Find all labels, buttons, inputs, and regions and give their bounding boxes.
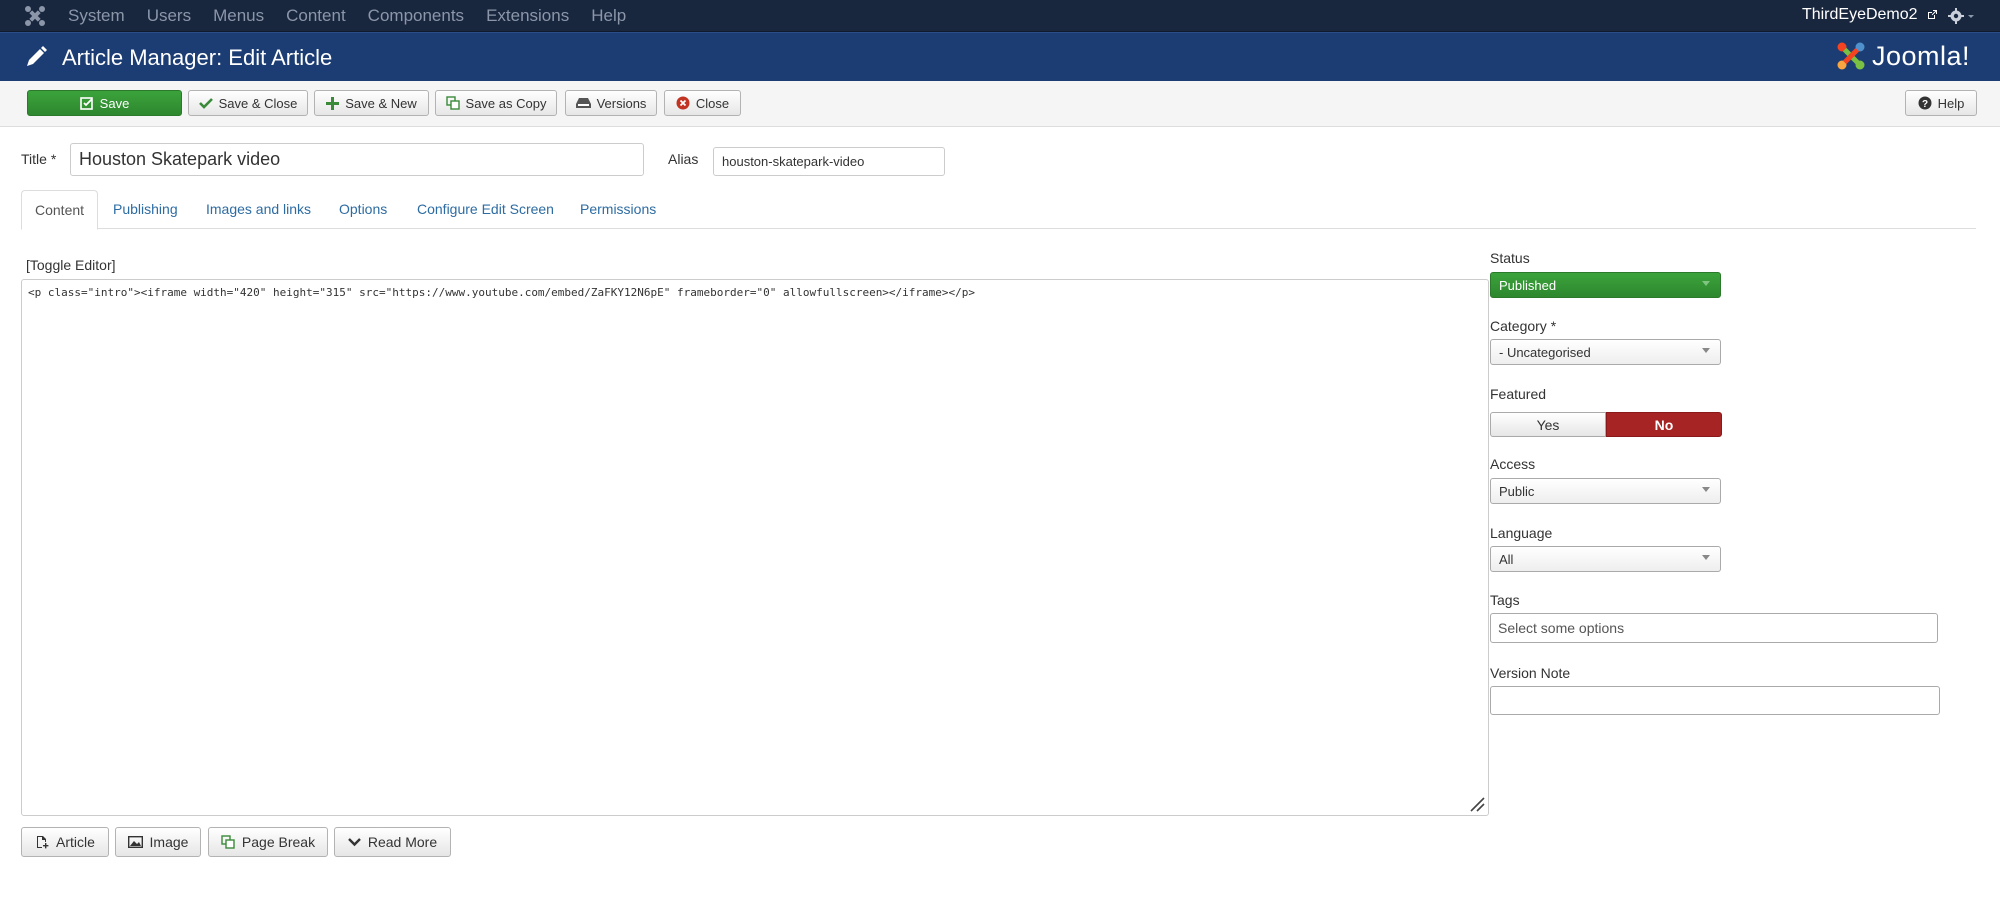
access-label: Access: [1490, 456, 1536, 472]
tags-input[interactable]: Select some options: [1490, 613, 1938, 643]
joomla-wordmark: Joomla!: [1871, 40, 1970, 71]
featured-toggle: Yes No: [1490, 412, 1722, 437]
toggle-editor-link[interactable]: [Toggle Editor]: [26, 257, 116, 273]
alias-label: Alias: [668, 151, 699, 167]
main-menu: System Users Menus Content Components Ex…: [68, 0, 648, 32]
resize-grip-icon[interactable]: [1468, 795, 1486, 813]
site-name: ThirdEyeDemo2: [1801, 6, 1918, 23]
toolbar: Save Save & Close Save & New Save as Cop…: [0, 81, 2000, 127]
picture-icon: [127, 836, 143, 848]
article-text-editor[interactable]: <p class="intro"><iframe width="420" hei…: [21, 279, 1489, 816]
tab-images-and-links[interactable]: Images and links: [206, 190, 311, 229]
insert-read-more-button[interactable]: Read More: [334, 827, 451, 857]
chevron-down-icon: [1702, 555, 1710, 560]
tab-options[interactable]: Options: [339, 190, 387, 229]
save-button[interactable]: Save: [27, 90, 182, 116]
featured-label: Featured: [1490, 386, 1547, 402]
settings-gear-icon[interactable]: [1948, 7, 1974, 25]
copy-icon: [221, 835, 235, 849]
insert-article-button[interactable]: Article: [21, 827, 109, 857]
edit-tabs: Content Publishing Images and links Opti…: [21, 190, 1976, 230]
joomla-brand: Joomla!: [1836, 39, 1970, 73]
category-label: Category *: [1490, 318, 1557, 334]
insert-image-button[interactable]: Image: [115, 827, 201, 857]
menu-system[interactable]: System: [68, 0, 125, 32]
svg-text:?: ?: [1922, 99, 1928, 110]
help-button[interactable]: ? Help: [1905, 90, 1977, 116]
tags-placeholder: Select some options: [1498, 620, 1625, 636]
tags-label: Tags: [1490, 592, 1520, 608]
version-note-label: Version Note: [1490, 665, 1571, 681]
tab-content[interactable]: Content: [21, 190, 99, 230]
featured-no-option[interactable]: No: [1606, 412, 1722, 437]
tab-configure-edit-screen[interactable]: Configure Edit Screen: [417, 190, 554, 229]
archive-icon: [575, 98, 591, 108]
language-select[interactable]: All: [1490, 546, 1721, 572]
read-more-button-label: Read More: [367, 834, 438, 850]
chevron-down-icon: [1702, 487, 1710, 492]
image-button-label: Image: [149, 834, 189, 850]
pencil-edit-icon: [27, 46, 47, 66]
joomla-logo-icon: [1837, 42, 1865, 70]
page-header: Article Manager: Edit Article Joomla!: [0, 32, 2000, 81]
save-close-label: Save & Close: [218, 95, 298, 111]
alias-input[interactable]: houston-skatepark-video: [713, 147, 945, 176]
close-button[interactable]: Close: [664, 90, 741, 116]
menu-content[interactable]: Content: [286, 0, 346, 32]
tab-permissions[interactable]: Permissions: [580, 190, 656, 229]
featured-yes-option[interactable]: Yes: [1490, 412, 1606, 437]
alias-input-value: houston-skatepark-video: [722, 154, 865, 169]
question-circle-icon: ?: [1918, 96, 1932, 110]
close-label: Close: [695, 95, 730, 111]
site-link[interactable]: ThirdEyeDemo2: [1802, 0, 1938, 30]
copy-icon: [445, 96, 460, 110]
plus-icon: [326, 96, 340, 110]
versions-label: Versions: [596, 95, 647, 111]
help-label: Help: [1937, 95, 1965, 111]
title-input-value: Houston Skatepark video: [79, 149, 281, 169]
joomla-logo-icon[interactable]: [24, 5, 46, 27]
chevron-down-icon: [348, 838, 361, 847]
article-button-label: Article: [56, 834, 95, 850]
close-circle-icon: [676, 96, 690, 110]
insert-page-break-button[interactable]: Page Break: [208, 827, 328, 857]
version-note-input[interactable]: [1490, 686, 1940, 715]
menu-components[interactable]: Components: [368, 0, 464, 32]
status-value: Published: [1499, 277, 1557, 293]
save-new-label: Save & New: [345, 95, 417, 111]
language-label: Language: [1490, 525, 1553, 541]
save-icon: [79, 97, 93, 110]
chevron-down-icon: [1702, 281, 1710, 286]
status-label: Status: [1490, 250, 1530, 266]
title-input[interactable]: Houston Skatepark video: [70, 143, 644, 176]
page-title: Article Manager: Edit Article: [62, 45, 333, 70]
menu-help[interactable]: Help: [591, 0, 626, 32]
checkmark-icon: [198, 98, 213, 109]
top-navbar: System Users Menus Content Components Ex…: [0, 0, 2000, 32]
save-as-copy-label: Save as Copy: [465, 95, 547, 111]
save-as-copy-button[interactable]: Save as Copy: [435, 90, 557, 116]
title-label: Title *: [21, 151, 57, 167]
editor-content: <p class="intro"><iframe width="420" hei…: [28, 286, 976, 299]
menu-users[interactable]: Users: [147, 0, 191, 32]
chevron-down-icon: [1702, 348, 1710, 353]
access-select[interactable]: Public: [1490, 478, 1721, 504]
external-link-icon: [1928, 9, 1937, 19]
access-value: Public: [1499, 483, 1535, 499]
save-label: Save: [99, 95, 130, 111]
category-select[interactable]: - Uncategorised: [1490, 339, 1721, 365]
status-select[interactable]: Published: [1490, 272, 1721, 298]
save-new-button[interactable]: Save & New: [314, 90, 429, 116]
tab-publishing[interactable]: Publishing: [113, 190, 178, 229]
file-add-icon: [37, 836, 49, 849]
save-close-button[interactable]: Save & Close: [188, 90, 308, 116]
versions-button[interactable]: Versions: [565, 90, 657, 116]
category-value: - Uncategorised: [1499, 344, 1591, 360]
menu-menus[interactable]: Menus: [213, 0, 264, 32]
page-break-button-label: Page Break: [241, 834, 316, 850]
menu-extensions[interactable]: Extensions: [486, 0, 569, 32]
language-value: All: [1499, 551, 1514, 567]
